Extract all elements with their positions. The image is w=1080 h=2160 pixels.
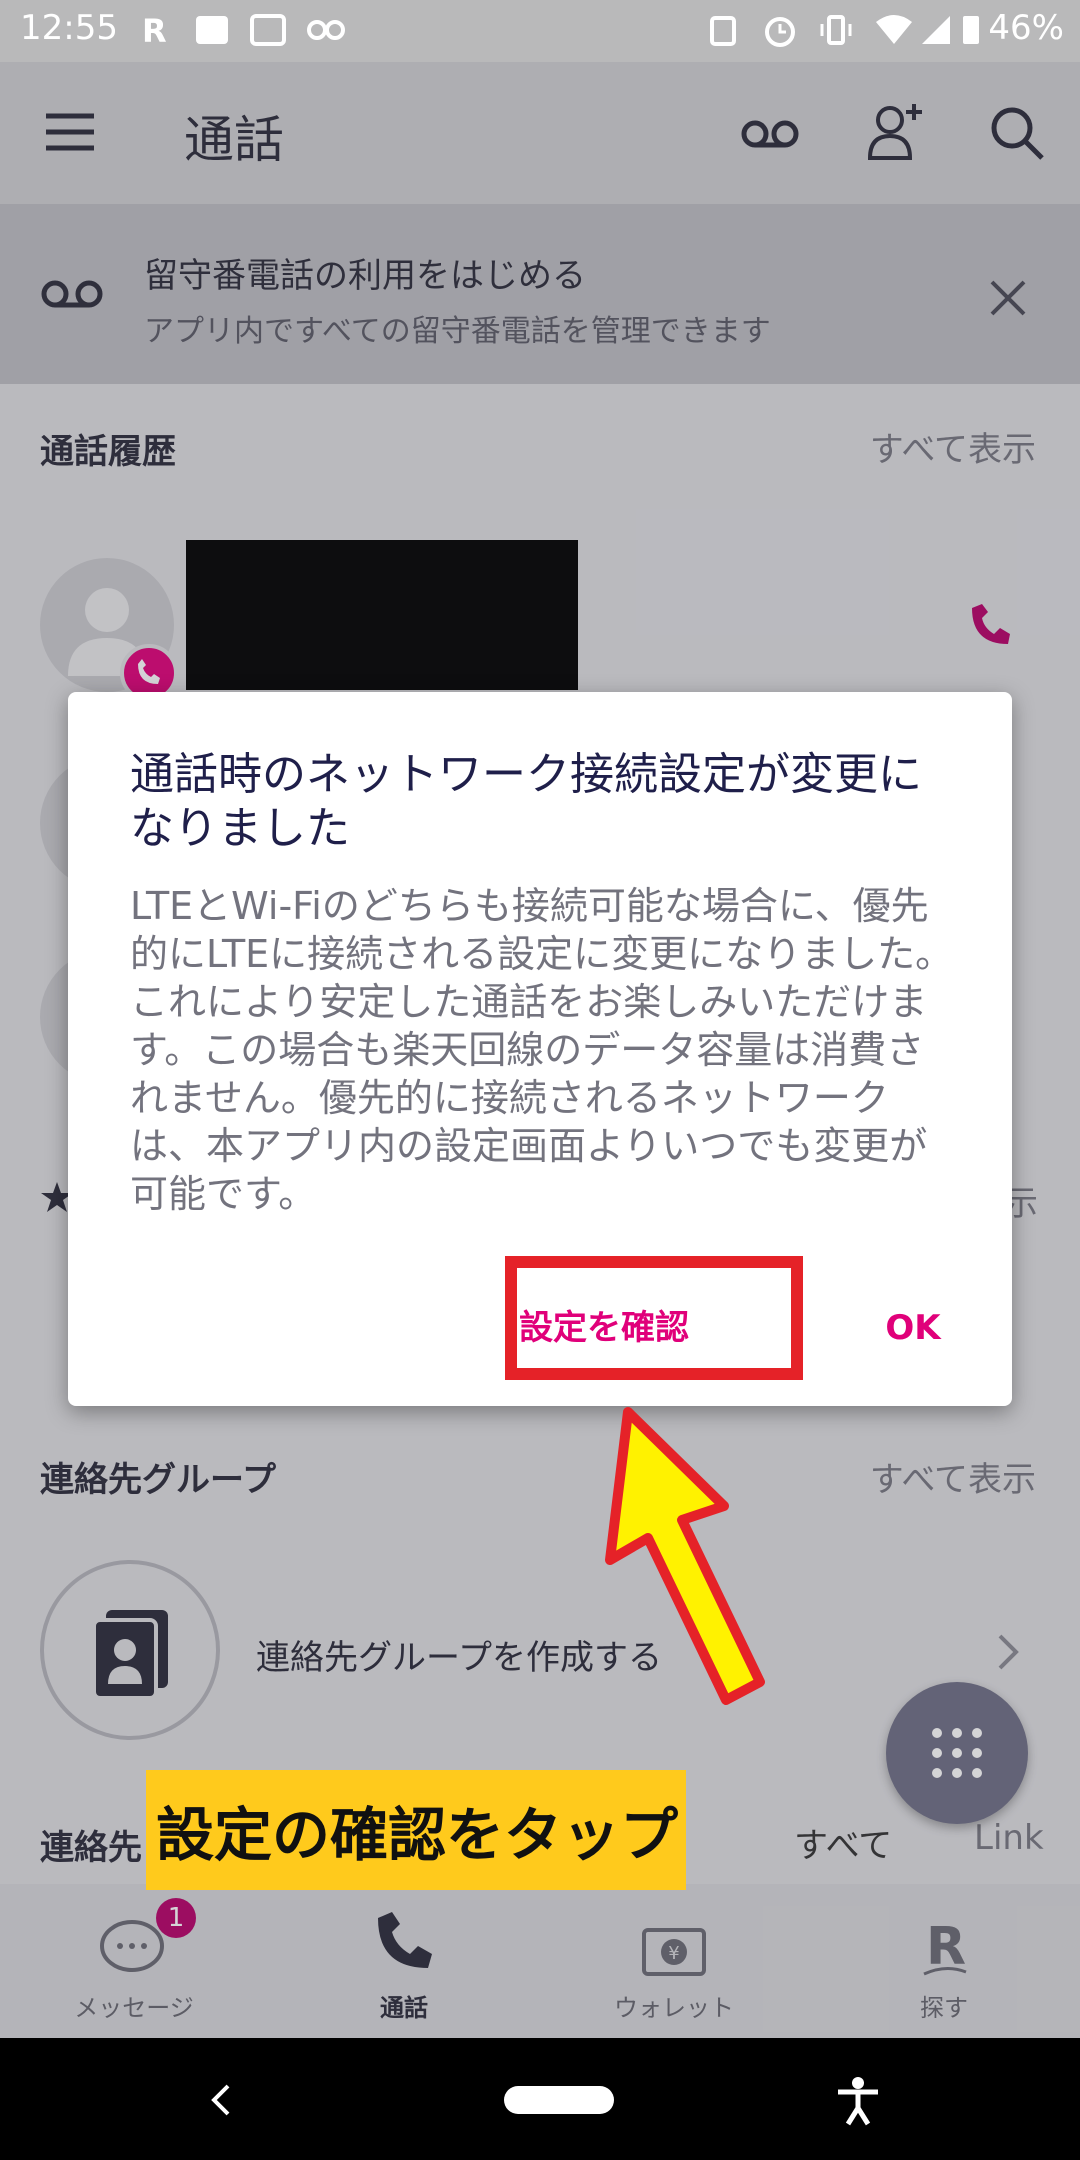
battery-percent: 46% — [988, 8, 1064, 48]
rakuten-notification-icon: R — [138, 12, 172, 50]
voicemail-notification-icon — [306, 12, 345, 48]
nfc-icon — [706, 12, 740, 48]
signal-icon — [920, 12, 954, 48]
status-time: 12:55 — [20, 8, 118, 48]
vibrate-icon — [818, 12, 852, 48]
dialog-title: 通話時のネットワーク接続設定が変更になりました — [130, 749, 922, 854]
svg-text:R: R — [142, 12, 167, 48]
dialog-message: LTEとWi-Fiのどちらも接続可能な場合に、優先的にLTEに接続される設定に変… — [130, 884, 954, 1216]
instruction-caption-text: 設定の確認をタップ — [156, 1801, 679, 1869]
highlight-box — [505, 1256, 803, 1380]
wifi-icon — [874, 12, 912, 48]
alarm-icon — [762, 12, 796, 48]
pointer-arrow — [600, 1400, 770, 1720]
back-icon[interactable] — [206, 2080, 236, 2120]
app-notification-icon-2 — [250, 12, 286, 48]
app-notification-icon — [194, 12, 228, 48]
home-pill[interactable] — [504, 2086, 614, 2114]
ok-button[interactable]: OK — [858, 1292, 968, 1364]
instruction-caption: 設定の確認をタップ — [146, 1770, 686, 1890]
accessibility-icon[interactable] — [836, 2076, 880, 2126]
